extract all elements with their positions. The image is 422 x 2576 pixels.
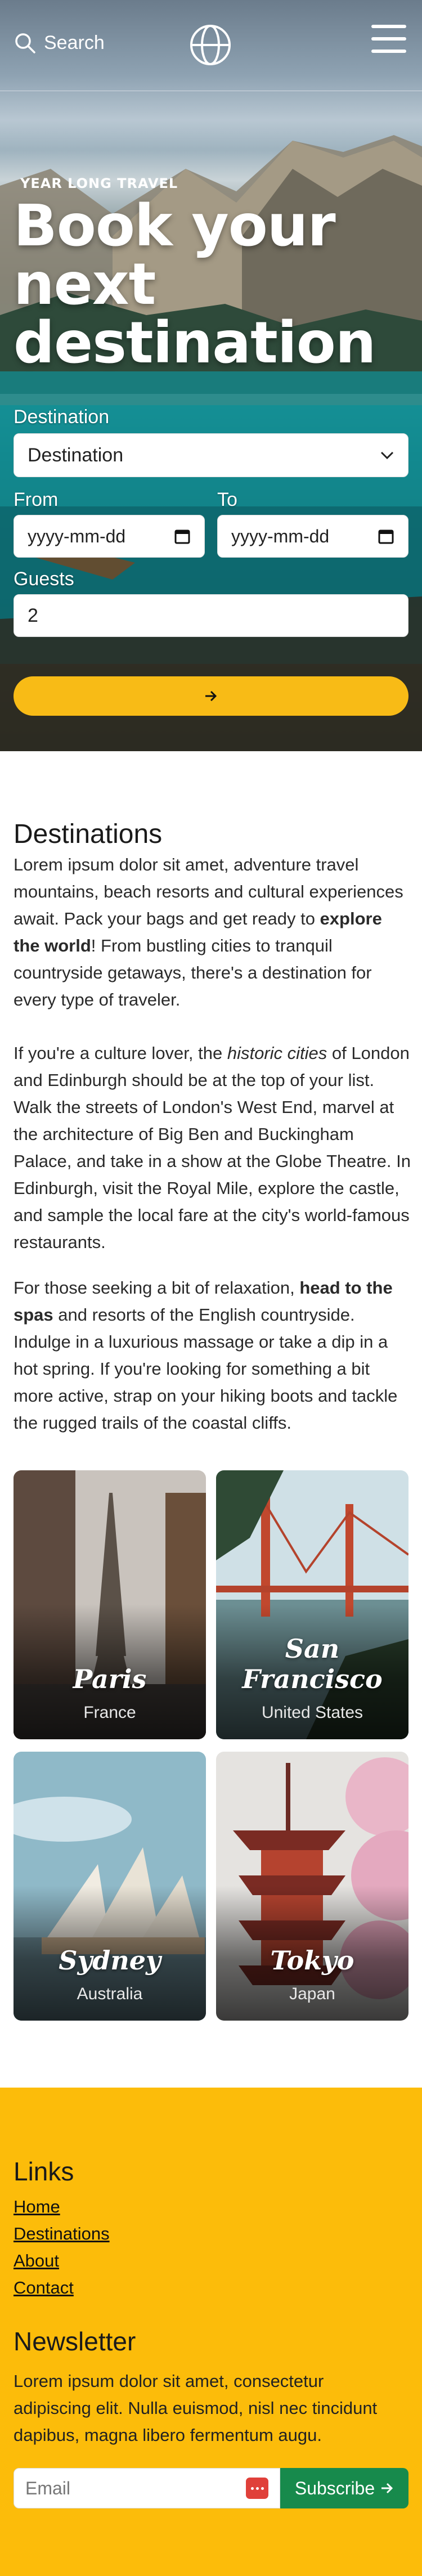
destination-card-sydney[interactable]: Sydney Australia — [14, 1752, 206, 2021]
p3-text-a: For those seeking a bit of relaxation, — [14, 1278, 300, 1298]
guests-input[interactable]: 2 — [14, 594, 408, 637]
subscribe-label: Subscribe — [294, 2478, 375, 2498]
destination-card-san-francisco[interactable]: San Francisco United States — [216, 1470, 408, 1739]
arrow-right-icon — [381, 2483, 393, 2494]
destination-card-paris[interactable]: Paris France — [14, 1470, 206, 1739]
footer-link-home[interactable]: Home — [14, 2197, 60, 2217]
guests-value: 2 — [28, 604, 38, 626]
search-submit-button[interactable] — [14, 676, 408, 716]
p2-text-a: If you're a culture lover, the — [14, 1043, 227, 1063]
arrow-right-icon — [205, 690, 217, 702]
p2-italic: historic cities — [227, 1043, 327, 1063]
card-city: Sydney — [59, 1945, 161, 1976]
destinations-title: Destinations — [14, 819, 163, 849]
newsletter-title: Newsletter — [14, 2327, 136, 2356]
card-country: United States — [261, 1703, 363, 1722]
from-date-placeholder: yyyy-mm-dd — [28, 526, 126, 546]
destination-card-tokyo[interactable]: Tokyo Japan — [216, 1752, 408, 2021]
destinations-paragraph-2: If you're a culture lover, the historic … — [14, 1040, 411, 1256]
card-city: Paris — [73, 1664, 147, 1694]
from-label: From — [14, 489, 59, 510]
search-button[interactable]: Search — [14, 32, 105, 54]
password-manager-icon[interactable] — [246, 2478, 268, 2499]
calendar-icon[interactable] — [378, 528, 394, 545]
hamburger-icon[interactable] — [371, 25, 406, 57]
hero-eyebrow: YEAR LONG TRAVEL — [20, 176, 178, 191]
card-city: San Francisco — [242, 1633, 383, 1694]
footer-link-contact[interactable]: Contact — [14, 2278, 74, 2298]
footer-link-destinations[interactable]: Destinations — [14, 2224, 110, 2244]
card-country: Australia — [77, 1985, 143, 2003]
to-date-input[interactable]: yyyy-mm-dd — [217, 515, 408, 558]
destinations-paragraph-3: For those seeking a bit of relaxation, h… — [14, 1274, 411, 1437]
hero-title: Book your next destination — [14, 192, 376, 376]
search-label: Search — [44, 32, 105, 53]
footer-link-about[interactable]: About — [14, 2251, 59, 2271]
links-title: Links — [14, 2157, 74, 2186]
p3-text-c: and resorts of the English countryside. … — [14, 1305, 398, 1433]
to-label: To — [217, 489, 237, 510]
card-country: France — [83, 1703, 136, 1722]
destination-select-value: Destination — [28, 444, 124, 466]
card-city: Tokyo — [270, 1945, 354, 1976]
card-country: Japan — [289, 1985, 335, 2003]
email-input[interactable]: Email — [14, 2468, 280, 2508]
destination-select[interactable]: Destination — [14, 433, 408, 477]
from-date-input[interactable]: yyyy-mm-dd — [14, 515, 205, 558]
hero-section: Search YEAR LONG TRAVEL Book your next d… — [0, 0, 422, 751]
chevron-down-icon — [380, 451, 394, 460]
destination-label: Destination — [14, 406, 110, 428]
footer: Links Home Destinations About Contact Ne… — [0, 2088, 422, 2576]
p2-text-c: of London and Edinburgh should be at the… — [14, 1043, 411, 1252]
destinations-paragraph-1: Lorem ipsum dolor sit amet, adventure tr… — [14, 851, 411, 1013]
subscribe-button[interactable]: Subscribe — [280, 2468, 408, 2508]
globe-icon[interactable] — [188, 23, 233, 68]
top-nav: Search — [0, 0, 422, 91]
guests-label: Guests — [14, 568, 74, 590]
search-icon — [15, 33, 35, 53]
to-date-placeholder: yyyy-mm-dd — [231, 526, 330, 546]
calendar-icon[interactable] — [174, 528, 191, 545]
newsletter-text: Lorem ipsum dolor sit amet, consectetur … — [14, 2371, 378, 2445]
email-placeholder: Email — [25, 2478, 71, 2498]
